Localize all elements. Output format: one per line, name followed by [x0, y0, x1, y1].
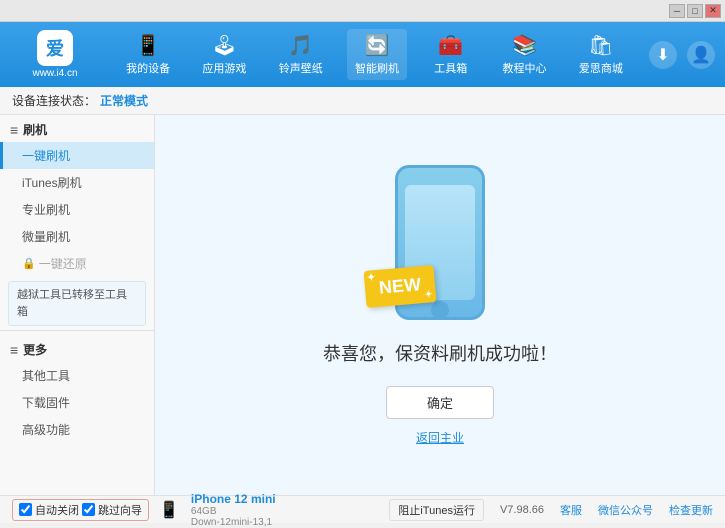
skip-wizard-checkbox-item: 跳过向导: [82, 502, 142, 518]
stop-itunes-button[interactable]: 阻止iTunes运行: [389, 499, 484, 521]
ringtones-icon: 🎵: [288, 33, 313, 58]
sidebar-item-one-key-restore: 🔒 一键还原: [0, 250, 154, 277]
sidebar-item-one-key-flash[interactable]: 一键刷机: [0, 142, 154, 169]
header-right: ⬇ 👤: [649, 41, 715, 69]
nav-label-smart-flash: 智能刷机: [355, 60, 399, 76]
main-layout: ≡ 刷机 一键刷机 iTunes刷机 专业刷机 微量刷机 🔒 一键还原 越狱工具…: [0, 115, 725, 495]
minimize-button[interactable]: ─: [669, 4, 685, 18]
new-badge: NEW: [364, 265, 437, 308]
nav-item-smart-flash[interactable]: 🔄 智能刷机: [347, 29, 407, 80]
device-name: iPhone 12 mini: [191, 492, 276, 506]
notice-text: 越狱工具已转移至工具箱: [17, 289, 127, 318]
status-value: 正常模式: [100, 92, 148, 109]
app-games-icon: 🕹: [212, 33, 237, 58]
bottom-left: 自动关闭 跳过向导 📱 iPhone 12 mini 64GB Down-12m…: [12, 492, 276, 528]
download-button[interactable]: ⬇: [649, 41, 677, 69]
user-button[interactable]: 👤: [687, 41, 715, 69]
device-icon: 📱: [159, 500, 179, 520]
nav-item-mall[interactable]: 🛍 爱思商城: [571, 29, 631, 80]
itunes-flash-label: iTunes刷机: [22, 176, 82, 190]
sidebar-item-download-firmware[interactable]: 下载固件: [0, 389, 154, 416]
one-key-flash-label: 一键刷机: [22, 149, 70, 163]
logo-domain: www.i4.cn: [32, 68, 77, 79]
sidebar-item-other-tools[interactable]: 其他工具: [0, 362, 154, 389]
device-info-group: 📱 iPhone 12 mini 64GB Down-12mini-13,1: [159, 492, 276, 528]
nav-item-ringtones[interactable]: 🎵 铃声壁纸: [271, 29, 331, 80]
more-section-icon: ≡: [10, 342, 18, 358]
nav-label-app-games: 应用游戏: [202, 60, 246, 76]
my-device-icon: 📱: [136, 33, 161, 58]
check-update-link[interactable]: 检查更新: [669, 502, 713, 518]
nav-item-my-device[interactable]: 📱 我的设备: [118, 29, 178, 80]
status-bar: 设备连接状态： 正常模式: [0, 87, 725, 115]
sidebar-section-more: ≡ 更多: [0, 335, 154, 362]
close-button[interactable]: ✕: [705, 4, 721, 18]
header: 爱 www.i4.cn 📱 我的设备 🕹 应用游戏 🎵 铃声壁纸 🔄 智能刷机 …: [0, 22, 725, 87]
checkbox-group: 自动关闭 跳过向导: [12, 499, 149, 521]
phone-home-button: [431, 301, 449, 319]
nav-label-my-device: 我的设备: [126, 60, 170, 76]
sidebar-item-pro-flash[interactable]: 专业刷机: [0, 196, 154, 223]
advanced-label: 高级功能: [22, 423, 70, 437]
title-bar: ─ □ ✕: [0, 0, 725, 22]
bottom-right: 阻止iTunes运行 V7.98.66 客服 微信公众号 检查更新: [389, 499, 713, 521]
sidebar-section-flash: ≡ 刷机: [0, 115, 154, 142]
lock-icon: 🔒: [22, 257, 36, 270]
auto-dismiss-label: 自动关闭: [35, 502, 79, 518]
sidebar-notice: 越狱工具已转移至工具箱: [8, 281, 146, 326]
status-label: 设备连接状态：: [12, 92, 96, 109]
micro-flash-label: 微量刷机: [22, 230, 70, 244]
mall-icon: 🛍: [588, 33, 613, 58]
nav-bar: 📱 我的设备 🕹 应用游戏 🎵 铃声壁纸 🔄 智能刷机 🧰 工具箱 📚 教程中心…: [110, 29, 639, 80]
maximize-button[interactable]: □: [687, 4, 703, 18]
wechat-public-link[interactable]: 微信公众号: [598, 502, 653, 518]
other-tools-label: 其他工具: [22, 369, 70, 383]
sidebar-divider: [0, 330, 154, 331]
toolbox-icon: 🧰: [438, 33, 463, 58]
nav-item-tutorial[interactable]: 📚 教程中心: [495, 29, 555, 80]
tutorial-icon: 📚: [512, 33, 537, 58]
version-label: V7.98.66: [500, 504, 544, 516]
flash-section-icon: ≡: [10, 122, 18, 138]
customer-service-link[interactable]: 客服: [560, 502, 582, 518]
window-controls: ─ □ ✕: [669, 4, 721, 18]
sidebar-item-itunes-flash[interactable]: iTunes刷机: [0, 169, 154, 196]
sidebar-item-micro-flash[interactable]: 微量刷机: [0, 223, 154, 250]
back-link[interactable]: 返回主业: [416, 429, 464, 446]
pro-flash-label: 专业刷机: [22, 203, 70, 217]
nav-label-toolbox: 工具箱: [434, 60, 467, 76]
confirm-button[interactable]: 确定: [386, 386, 494, 419]
device-version: Down-12mini-13,1: [191, 517, 276, 528]
device-storage: 64GB: [191, 506, 276, 517]
download-firmware-label: 下载固件: [22, 396, 70, 410]
nav-label-mall: 爱思商城: [579, 60, 623, 76]
phone-graphic: ✦ ✦ ✦ NEW: [395, 165, 485, 320]
sidebar-item-advanced[interactable]: 高级功能: [0, 416, 154, 443]
nav-item-app-games[interactable]: 🕹 应用游戏: [194, 29, 254, 80]
flash-section-label: 刷机: [23, 121, 47, 138]
sidebar: ≡ 刷机 一键刷机 iTunes刷机 专业刷机 微量刷机 🔒 一键还原 越狱工具…: [0, 115, 155, 495]
content-area: ✦ ✦ ✦ NEW 恭喜您，保资料刷机成功啦！ 确定 返回主业: [155, 115, 725, 495]
logo[interactable]: 爱 www.i4.cn: [10, 30, 100, 79]
skip-wizard-checkbox[interactable]: [82, 503, 95, 516]
smart-flash-icon: 🔄: [365, 33, 390, 58]
more-section-label: 更多: [23, 341, 47, 358]
nav-label-tutorial: 教程中心: [503, 60, 547, 76]
skip-wizard-label: 跳过向导: [98, 502, 142, 518]
logo-icon: 爱: [37, 30, 73, 66]
one-key-restore-label: 一键还原: [39, 255, 87, 272]
nav-item-toolbox[interactable]: 🧰 工具箱: [423, 29, 478, 80]
auto-dismiss-checkbox-item: 自动关闭: [19, 502, 79, 518]
device-info: iPhone 12 mini 64GB Down-12mini-13,1: [191, 492, 276, 528]
success-title: 恭喜您，保资料刷机成功啦！: [323, 340, 557, 366]
auto-dismiss-checkbox[interactable]: [19, 503, 32, 516]
nav-label-ringtones: 铃声壁纸: [279, 60, 323, 76]
bottom-bar: 自动关闭 跳过向导 📱 iPhone 12 mini 64GB Down-12m…: [0, 495, 725, 523]
